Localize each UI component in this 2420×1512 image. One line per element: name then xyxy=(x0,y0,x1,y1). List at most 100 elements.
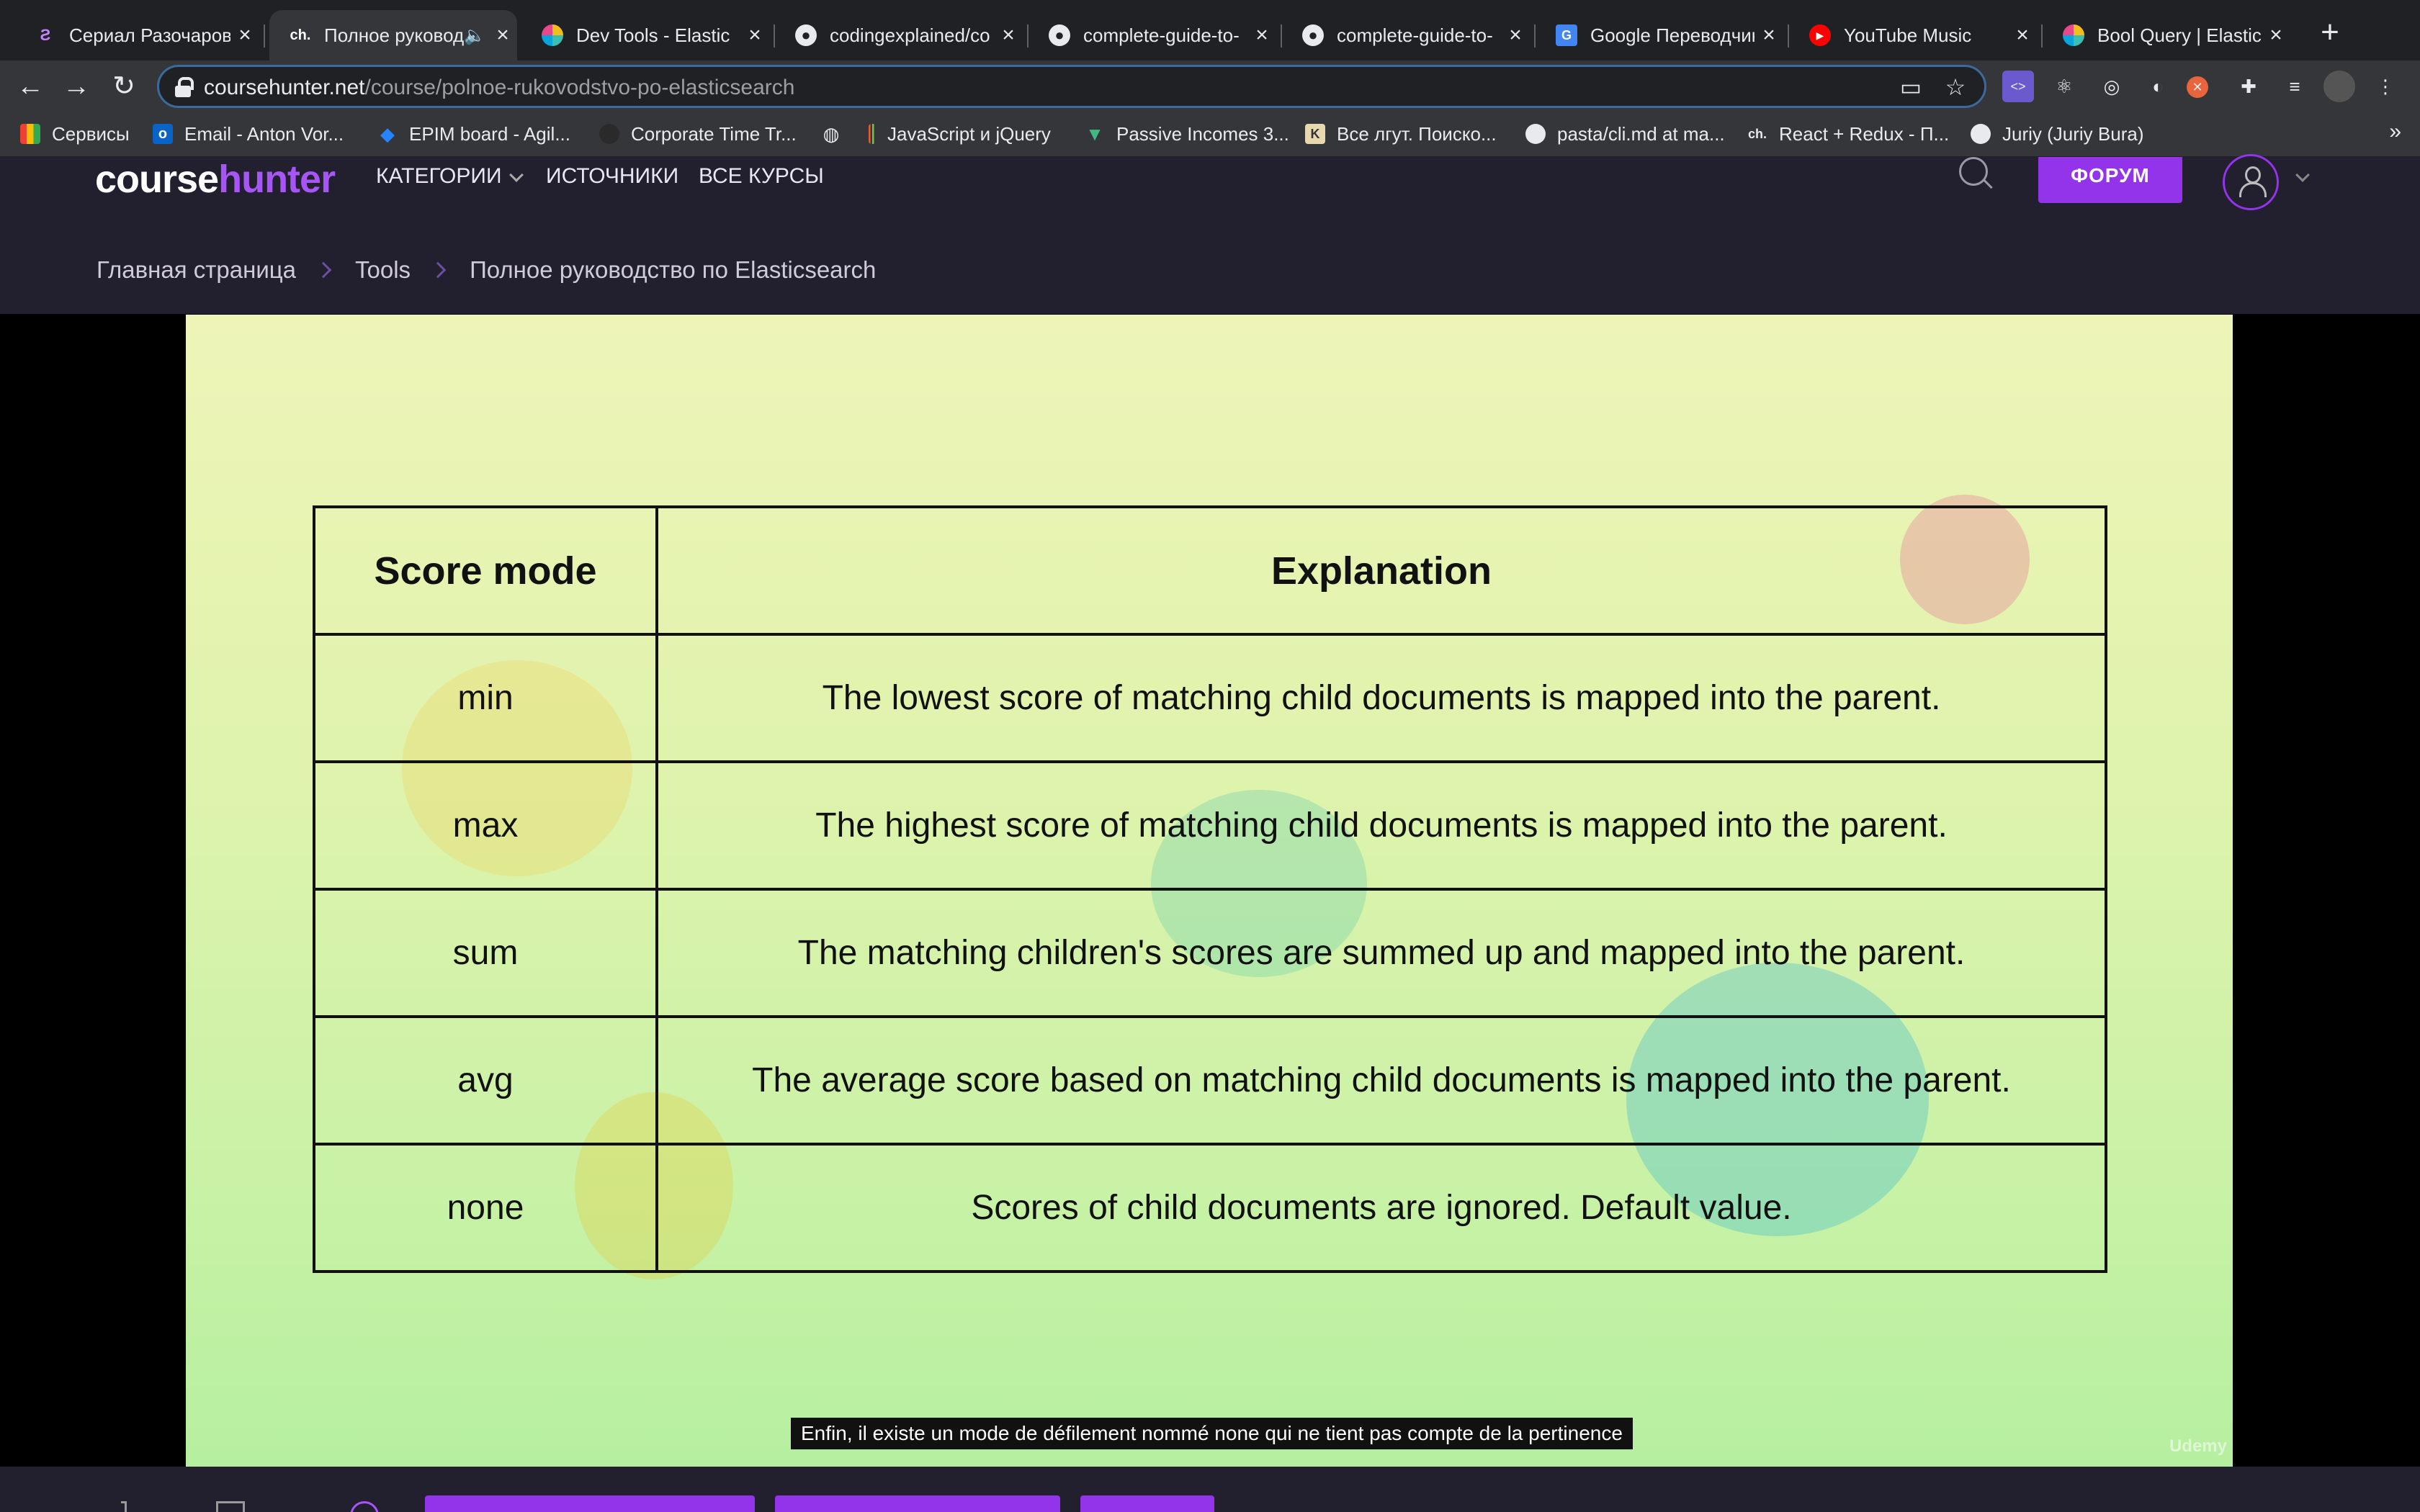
github-icon: ● xyxy=(1302,24,1324,46)
tab-title: Dev Tools - Elastic xyxy=(576,24,730,46)
tab-title: complete-guide-to- xyxy=(1337,24,1493,46)
target-extension-icon[interactable]: ◎ xyxy=(2096,71,2128,102)
series-icon: Ƨ xyxy=(40,26,51,44)
browser-tab[interactable]: Dev Tools - Elastic × xyxy=(521,10,769,60)
bookmark-star-icon[interactable]: ☆ xyxy=(1941,73,1970,102)
close-tab-icon[interactable]: × xyxy=(2008,23,2037,48)
table-header-row: Score mode Explanation xyxy=(313,505,2107,636)
bookmark-item[interactable]: K Все лгут. Поиско... xyxy=(1305,120,1497,148)
profile-avatar-icon[interactable] xyxy=(2323,71,2355,102)
user-avatar-icon[interactable] xyxy=(2223,154,2279,210)
puzzle-extensions-icon[interactable]: ✚ xyxy=(2233,71,2264,102)
close-tab-icon[interactable]: × xyxy=(1247,23,1276,48)
nav-sources[interactable]: ИСТОЧНИКИ xyxy=(546,164,678,189)
chevron-right-icon xyxy=(315,261,332,279)
breadcrumb-tools[interactable]: Tools xyxy=(355,256,411,284)
browser-tab[interactable]: Ƨ Сериал Разочарование × xyxy=(14,10,259,60)
browser-tab[interactable]: Bool Query | Elastic × xyxy=(2043,10,2290,60)
browser-tab[interactable]: ● complete-guide-to- × xyxy=(1282,10,1530,60)
table-cell-explanation: The average score based on matching chil… xyxy=(655,1015,2107,1146)
bookmark-item[interactable]: Corporate Time Tr... xyxy=(599,120,797,148)
close-tab-icon[interactable]: × xyxy=(230,23,259,48)
browser-toolbar: ← → ↻ coursehunter.net/course/polnoe-ruk… xyxy=(0,60,2420,112)
reading-list-icon[interactable]: ≡ xyxy=(2279,71,2311,102)
browser-tab[interactable]: G Google Переводчик × xyxy=(1536,10,1783,60)
bookmark-item[interactable]: Juriy (Juriy Bura) xyxy=(1971,120,2143,148)
bookmarks-bar: Сервисы o Email - Anton Vor... ◆ EPIM bo… xyxy=(0,112,2420,157)
primary-action-button[interactable] xyxy=(425,1495,755,1512)
chevron-down-icon[interactable] xyxy=(509,168,524,182)
close-tab-icon[interactable]: × xyxy=(488,23,517,48)
table-header-cell: Score mode xyxy=(313,505,658,636)
browser-tab[interactable]: ● complete-guide-to- × xyxy=(1028,10,1276,60)
browser-tab[interactable]: ● codingexplained/co × xyxy=(775,10,1023,60)
extension-icon[interactable]: <> xyxy=(2002,71,2034,102)
browser-tab-active[interactable]: ch. Полное руководство 🔈 × xyxy=(269,10,517,60)
bookmark-label: Сервисы xyxy=(52,122,130,145)
up-icon[interactable] xyxy=(121,1501,127,1512)
jira-icon: ◆ xyxy=(380,122,395,145)
lock-icon[interactable] xyxy=(175,77,194,97)
new-tab-icon[interactable]: + xyxy=(2312,14,2348,50)
bookmark-item[interactable]: JavaScript и jQuery xyxy=(869,120,1051,148)
browser-tab-strip: Ƨ Сериал Разочарование × ch. Полное руко… xyxy=(0,0,2420,60)
url-text[interactable]: coursehunter.net/course/polnoe-rukovodst… xyxy=(204,76,794,100)
table-cell-explanation: The highest score of matching child docu… xyxy=(655,760,2107,891)
close-tab-icon[interactable]: × xyxy=(740,23,769,48)
back-arrow-icon[interactable]: ← xyxy=(12,68,49,105)
react-devtools-icon[interactable]: ⚛ xyxy=(2048,71,2080,102)
bookmark-item[interactable]: ▼ Passive Incomes 3... xyxy=(1085,120,1289,148)
search-icon[interactable] xyxy=(1959,157,1992,190)
nav-categories[interactable]: КАТЕГОРИИ xyxy=(376,164,502,189)
speaker-muted-icon[interactable]: 🔈 xyxy=(464,25,488,46)
breadcrumb-home[interactable]: Главная страница xyxy=(97,256,296,284)
cast-device-icon[interactable]: ▭ xyxy=(1896,73,1925,102)
bookmark-item[interactable]: o Email - Anton Vor... xyxy=(153,120,344,148)
bookmark-item[interactable]: ◆ EPIM board - Agil... xyxy=(377,120,570,148)
github-icon xyxy=(1525,124,1546,144)
nav-all-courses[interactable]: ВСЕ КУРСЫ xyxy=(699,164,824,189)
tab-title: codingexplained/co xyxy=(830,24,990,46)
course-controls-bar xyxy=(0,1467,2420,1512)
book-icon: K xyxy=(1305,124,1325,144)
video-subtitle: Enfin, il existe un mode de défilement n… xyxy=(791,1418,1633,1449)
close-tab-icon[interactable]: × xyxy=(1754,23,1783,48)
circle-extension-icon[interactable]: ◐ xyxy=(2142,71,2174,102)
close-tab-icon[interactable]: × xyxy=(2262,23,2290,48)
table-row: none Scores of child documents are ignor… xyxy=(313,1143,2107,1273)
bookmark-item[interactable]: ◍ xyxy=(821,120,853,148)
table-cell-mode: sum xyxy=(313,888,658,1018)
primary-action-button[interactable] xyxy=(775,1495,1060,1512)
clock-icon xyxy=(599,124,619,144)
site-logo[interactable]: coursehunter xyxy=(95,157,336,202)
heart-icon[interactable] xyxy=(350,1501,379,1512)
video-player[interactable]: Score mode Explanation min The lowest sc… xyxy=(186,315,2233,1467)
logo-course-text: course xyxy=(95,158,219,201)
vue-icon: ▼ xyxy=(1085,122,1104,145)
address-bar[interactable]: coursehunter.net/course/polnoe-rukovodst… xyxy=(157,65,1986,108)
forum-button[interactable]: ФОРУМ xyxy=(2038,157,2182,203)
reload-icon[interactable]: ↻ xyxy=(105,68,143,105)
primary-action-button[interactable] xyxy=(1080,1495,1214,1512)
bookmark-item[interactable]: pasta/cli.md at ma... xyxy=(1525,120,1725,148)
close-tab-icon[interactable]: × xyxy=(994,23,1023,48)
bookmark-icon xyxy=(869,124,876,144)
ublock-icon[interactable]: ✕ xyxy=(2187,76,2208,98)
breadcrumb-current: Полное руководство по Elasticsearch xyxy=(470,256,877,283)
playlist-icon[interactable] xyxy=(216,1501,245,1512)
table-cell-mode: max xyxy=(313,760,658,891)
forward-arrow-icon[interactable]: → xyxy=(58,68,95,105)
chevron-down-icon[interactable] xyxy=(2295,168,2310,182)
bookmark-label: Passive Incomes 3... xyxy=(1116,122,1289,145)
bookmark-item[interactable]: Сервисы xyxy=(20,120,130,148)
more-menu-icon[interactable]: ⋮ xyxy=(2370,71,2401,102)
bookmark-label: Juriy (Juriy Bura) xyxy=(2002,122,2144,145)
table-row: min The lowest score of matching child d… xyxy=(313,633,2107,763)
bookmark-label: React + Redux - П... xyxy=(1779,122,1950,145)
bookmarks-overflow-icon[interactable]: » xyxy=(2389,120,2401,144)
tab-separator xyxy=(264,24,265,48)
close-tab-icon[interactable]: × xyxy=(1501,23,1530,48)
github-icon: ● xyxy=(795,24,817,46)
browser-tab[interactable]: ▶ YouTube Music × xyxy=(1789,10,2037,60)
bookmark-item[interactable]: ch. React + Redux - П... xyxy=(1747,120,1949,148)
